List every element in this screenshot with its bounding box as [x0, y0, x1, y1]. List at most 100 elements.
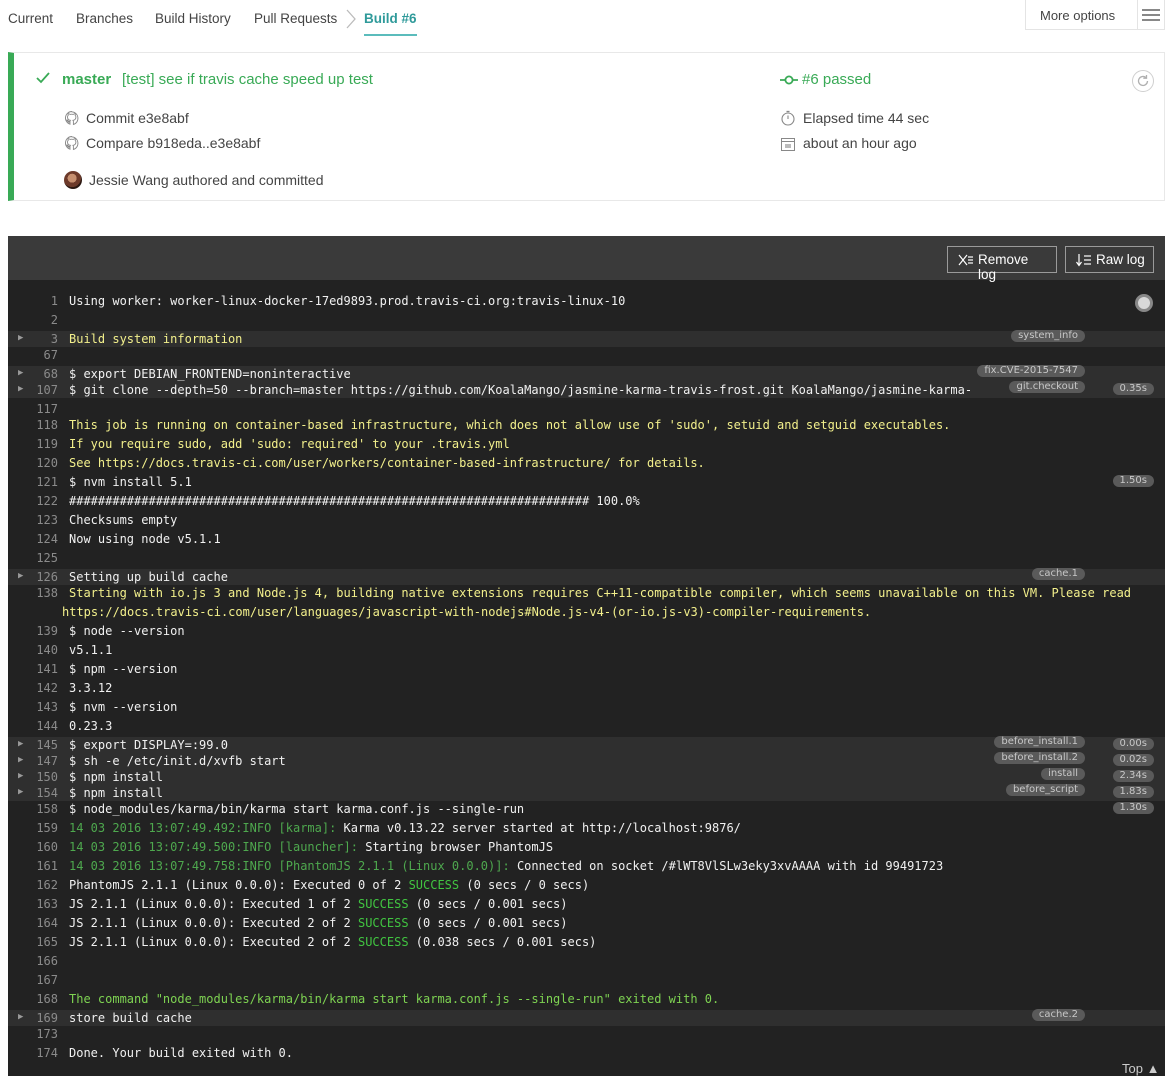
log-line-number[interactable]: 120 [36, 456, 58, 470]
fold-toggle-icon[interactable]: ▶ [18, 384, 23, 394]
fold-toggle-icon[interactable]: ▶ [18, 368, 23, 378]
log-line[interactable]: ▶ 126 Setting up build cache cache.1 [8, 568, 1165, 585]
branch-name[interactable]: master [62, 71, 111, 88]
log-line-text: JS 2.1.1 (Linux 0.0.0): Executed 1 of 2 … [69, 897, 568, 911]
log-line[interactable]: ▶ 3 Build system information system_info [8, 330, 1165, 347]
log-line: 122 #####################################… [8, 493, 1165, 512]
build-status[interactable]: #6 passed [802, 71, 871, 88]
commit-link[interactable]: Commit e3e8abf [86, 110, 189, 126]
restart-build-button[interactable] [1132, 70, 1154, 92]
log-line-number[interactable]: 166 [36, 954, 58, 968]
fold-toggle-icon[interactable]: ▶ [18, 571, 23, 581]
log-line-number[interactable]: 160 [36, 840, 58, 854]
scroll-top-link[interactable]: Top ▲ [1122, 1061, 1159, 1076]
log-line-number[interactable]: 174 [36, 1046, 58, 1060]
log-line-number[interactable]: 67 [44, 348, 58, 362]
log-line-text: JS 2.1.1 (Linux 0.0.0): Executed 2 of 2 … [69, 916, 568, 930]
success-keyword: SUCCESS [357, 916, 409, 930]
log-line-number[interactable]: 143 [36, 700, 58, 714]
log-line-number[interactable]: 167 [36, 973, 58, 987]
fold-duration-badge: 0.00s [1112, 738, 1154, 750]
log-line-number[interactable]: 140 [36, 643, 58, 657]
compare-link[interactable]: Compare b918eda..e3e8abf [86, 135, 260, 151]
log-line-number[interactable]: 126 [36, 570, 58, 584]
fold-toggle-icon[interactable]: ▶ [18, 333, 23, 343]
log-line-number[interactable]: 1 [51, 294, 58, 308]
log-line-number[interactable]: 162 [36, 878, 58, 892]
log-line-number[interactable]: 107 [36, 383, 58, 397]
log-line-body: $ npm install [69, 786, 163, 800]
raw-log-button[interactable]: Raw log [1065, 246, 1154, 273]
tab-pull-requests[interactable]: Pull Requests [254, 11, 337, 26]
log-line[interactable]: ▶ 169 store build cache cache.2 [8, 1009, 1165, 1026]
log-line-number[interactable]: 142 [36, 681, 58, 695]
log-line-number[interactable]: 158 [36, 802, 58, 816]
fold-toggle-icon[interactable]: ▶ [18, 771, 23, 781]
log-line-number[interactable]: 145 [36, 738, 58, 752]
log-line-number[interactable]: 68 [44, 367, 58, 381]
log-line-number[interactable]: 168 [36, 992, 58, 1006]
log-line[interactable]: ▶ 147 $ sh -e /etc/init.d/xvfb start 0.02s b… [8, 752, 1165, 769]
success-keyword: SUCCESS [408, 878, 460, 892]
remove-log-button[interactable]: Remove log [947, 246, 1057, 282]
log-line-number[interactable]: 169 [36, 1011, 58, 1025]
log-line-body: Starting browser PhantomJS [365, 840, 554, 854]
fold-duration-badge: 1.30s [1112, 802, 1154, 814]
more-options-label[interactable]: More options [1040, 8, 1115, 23]
log-line-number[interactable]: 122 [36, 494, 58, 508]
log-line-number[interactable]: 2 [51, 313, 58, 327]
log-line[interactable]: ▶ 150 $ npm install 2.34s install [8, 768, 1165, 785]
raw-log-label[interactable]: Raw log [1096, 252, 1145, 267]
log-line[interactable]: ▶ 154 $ npm install 1.83s before_script [8, 784, 1165, 801]
tab-current[interactable]: Current [8, 11, 53, 26]
log-timestamp-prefix: 14 03 2016 13:07:49.492:INFO [karma]: [69, 821, 344, 835]
scroll-top-label[interactable]: Top [1122, 1061, 1143, 1076]
fold-toggle-icon[interactable]: ▶ [18, 787, 23, 797]
log-line-number[interactable]: 118 [36, 418, 58, 432]
log-line-text: $ npm install [69, 770, 163, 784]
github-icon [65, 136, 79, 151]
fold-toggle-icon[interactable]: ▶ [18, 739, 23, 749]
log-line-number[interactable]: 147 [36, 754, 58, 768]
log-line[interactable]: ▶ 68 $ export DEBIAN_FRONTEND=noninteracti… [8, 365, 1165, 382]
tab-branches[interactable]: Branches [76, 11, 133, 26]
log-line-number[interactable]: 123 [36, 513, 58, 527]
log-line[interactable]: ▶ 107 $ git clone --depth=50 --branch=mast… [8, 381, 1165, 398]
log-line-suffix: (0.038 secs / 0.001 secs) [408, 935, 597, 949]
log-line-number[interactable]: 117 [36, 402, 58, 416]
log-line-body: https://docs.travis-ci.com/user/language… [62, 605, 872, 619]
log-line[interactable]: ▶ 145 $ export DISPLAY=:99.0 0.00s before_in… [8, 736, 1165, 753]
remove-log-label[interactable]: Remove log [978, 252, 1028, 282]
log-line-number[interactable]: 119 [36, 437, 58, 451]
log-line-number[interactable]: 150 [36, 770, 58, 784]
tab-build-history[interactable]: Build History [155, 11, 231, 26]
log-line: 119 If you require sudo, add 'sudo: requi… [8, 436, 1165, 455]
log-line-number[interactable]: 173 [36, 1027, 58, 1041]
log-line-body: JS 2.1.1 (Linux 0.0.0): Executed 2 of 2 [69, 916, 358, 930]
log-line-number[interactable]: 125 [36, 551, 58, 565]
log-line-text: Now using node v5.1.1 [69, 532, 221, 546]
log-line-number[interactable]: 159 [36, 821, 58, 835]
log-line-number[interactable]: 139 [36, 624, 58, 638]
fold-toggle-icon[interactable]: ▶ [18, 755, 23, 765]
log-line-number[interactable]: 121 [36, 475, 58, 489]
log-line-number[interactable]: 124 [36, 532, 58, 546]
log-line-number[interactable]: 138 [36, 586, 58, 600]
log-line-number[interactable]: 161 [36, 859, 58, 873]
log-line-number[interactable]: 154 [36, 786, 58, 800]
log-line-body: v5.1.1 [69, 643, 113, 657]
tab-build-6[interactable]: Build #6 [364, 11, 417, 36]
fold-name-badge: cache.2 [1031, 1009, 1085, 1021]
log-line-body: Build system information [69, 332, 243, 346]
more-options-menu[interactable]: More options [1025, 0, 1165, 30]
fold-toggle-icon[interactable]: ▶ [18, 1012, 23, 1022]
hamburger-icon[interactable] [1142, 9, 1160, 21]
log-line-number[interactable]: 3 [51, 332, 58, 346]
log-line-body: Done. Your build exited with 0. [69, 1046, 293, 1060]
log-line-number[interactable]: 164 [36, 916, 58, 930]
log-line-number[interactable]: 144 [36, 719, 58, 733]
log-line-number[interactable]: 163 [36, 897, 58, 911]
author-line: Jessie Wang authored and committed [89, 172, 324, 188]
log-line-number[interactable]: 141 [36, 662, 58, 676]
log-line-number[interactable]: 165 [36, 935, 58, 949]
